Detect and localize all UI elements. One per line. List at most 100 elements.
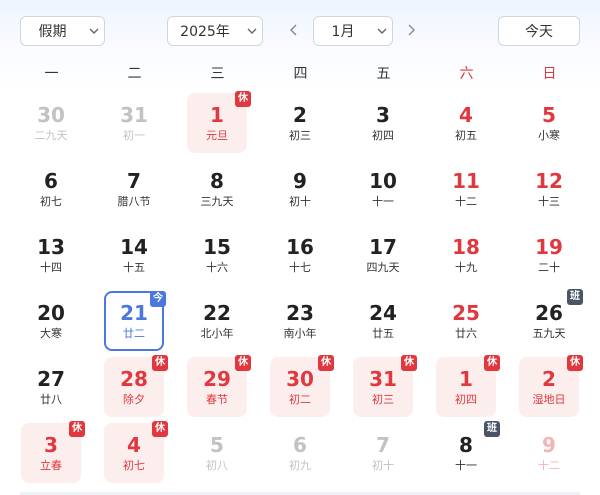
day-cell[interactable]: 13 十四 [21,225,81,285]
day-number: 6 [44,169,58,193]
day-number: 9 [542,433,556,457]
day-cell[interactable]: 16 十七 [270,225,330,285]
day-number: 19 [535,235,563,259]
day-cell[interactable]: 30 初二 休 [270,355,334,417]
day-cell[interactable]: 1 初四 休 [436,355,500,417]
day-cell[interactable]: 2 初三 [270,93,330,153]
day-cell[interactable]: 18 十九 [436,225,496,285]
day-cell[interactable]: 7 腊八节 [104,159,164,219]
lunar-date: 十五 [123,261,145,274]
day-cell[interactable]: 30 二九天 [21,93,81,153]
day-number: 25 [452,301,480,325]
lunar-date: 廿二 [123,327,145,340]
work-day-badge: 班 [567,289,583,305]
holiday-rest-badge: 休 [69,421,85,437]
lunar-date: 十一 [455,459,477,472]
day-cell[interactable]: 1 元旦 休 [187,91,251,153]
day-cell[interactable]: 29 春节 休 [187,355,251,417]
day-cell[interactable]: 7 初十 [353,423,413,483]
day-cell[interactable]: 23 南小年 [270,291,330,351]
day-cell[interactable]: 31 初一 [104,93,164,153]
day-number: 15 [203,235,231,259]
chevron-down-icon [242,25,262,37]
lunar-date: 廿五 [372,327,394,340]
day-cell[interactable]: 15 十六 [187,225,247,285]
lunar-date: 廿六 [455,327,477,340]
day-cell[interactable]: 3 立春 休 [21,421,85,483]
lunar-date: 十六 [206,261,228,274]
work-day-badge: 班 [484,421,500,437]
day-number: 7 [376,433,390,457]
today-badge: 今 [150,291,166,307]
day-cell[interactable]: 25 廿六 [436,291,496,351]
lunar-date: 初十 [289,195,311,208]
lunar-date: 初八 [206,459,228,472]
day-number: 31 [120,103,148,127]
day-number: 24 [369,301,397,325]
lunar-date: 腊八节 [117,195,151,208]
lunar-date: 小寒 [538,129,560,142]
day-cell[interactable]: 14 十五 [104,225,164,285]
lunar-date: 廿八 [40,393,62,406]
day-cell[interactable]: 4 初七 休 [104,421,168,483]
lunar-date: 初七 [40,195,62,208]
day-number: 14 [120,235,148,259]
holiday-rest-badge: 休 [401,355,417,371]
holiday-rest-badge: 休 [152,421,168,437]
lunar-date: 十九 [455,261,477,274]
lunar-date: 初十 [372,459,394,472]
day-number: 6 [293,433,307,457]
day-cell[interactable]: 6 初七 [21,159,81,219]
year-select[interactable]: 2025年 [167,16,263,46]
today-button[interactable]: 今天 [498,16,580,46]
prev-month-button[interactable] [283,16,305,46]
lunar-date: 初五 [455,129,477,142]
day-cell[interactable]: 3 初四 [353,93,413,153]
day-number: 1 [459,367,473,391]
day-number: 10 [369,169,397,193]
holiday-rest-badge: 休 [567,355,583,371]
day-cell[interactable]: 9 十二 [519,423,579,483]
day-cell[interactable]: 19 二十 [519,225,579,285]
holiday-select[interactable]: 假期 [20,16,105,46]
day-cell[interactable]: 27 廿八 [21,357,81,417]
lunar-date: 二九天 [34,129,68,142]
lunar-date: 初三 [289,129,311,142]
day-cell[interactable]: 24 廿五 [353,291,413,351]
day-cell-today[interactable]: 21 廿二 今 [104,291,166,351]
day-cell[interactable]: 9 初十 [270,159,330,219]
day-cell[interactable]: 28 除夕 休 [104,355,168,417]
month-select[interactable]: 1月 [313,16,393,46]
day-cell[interactable]: 8 三九天 [187,159,247,219]
holiday-rest-badge: 休 [235,91,251,107]
day-cell[interactable]: 8 十一 班 [436,421,500,483]
holiday-rest-badge: 休 [152,355,168,371]
day-cell[interactable]: 2 湿地日 休 [519,355,583,417]
day-cell[interactable]: 10 十一 [353,159,413,219]
calendar-grid: 30 二九天 31 初一 1 元旦休 2 初三 3 初四 4 初五 5 小寒 6 初七 7 腊八节 8 三九天 9 初十 1… [10,91,592,489]
day-cell[interactable]: 17 四九天 [353,225,413,285]
day-number: 1 [210,103,224,127]
lunar-date: 初七 [123,459,145,472]
day-cell[interactable]: 5 小寒 [519,93,579,153]
day-cell[interactable]: 22 北小年 [187,291,247,351]
day-cell[interactable]: 5 初八 [187,423,247,483]
day-number: 30 [37,103,65,127]
day-number: 8 [210,169,224,193]
chevron-down-icon [372,25,392,37]
day-cell[interactable]: 4 初五 [436,93,496,153]
day-cell[interactable]: 31 初三 休 [353,355,417,417]
next-month-button[interactable] [400,16,422,46]
year-select-label: 2025年 [180,24,230,40]
day-number: 7 [127,169,141,193]
day-cell[interactable]: 26 五九天 班 [519,289,583,351]
day-cell[interactable]: 12 十三 [519,159,579,219]
weekday-label: 六 [459,66,474,82]
day-number: 21 [120,301,148,325]
day-cell[interactable]: 6 初九 [270,423,330,483]
day-cell[interactable]: 20 大寒 [21,291,81,351]
lunar-date: 十一 [372,195,394,208]
holiday-rest-badge: 休 [235,355,251,371]
day-cell[interactable]: 11 十二 [436,159,496,219]
lunar-date: 十三 [538,195,560,208]
